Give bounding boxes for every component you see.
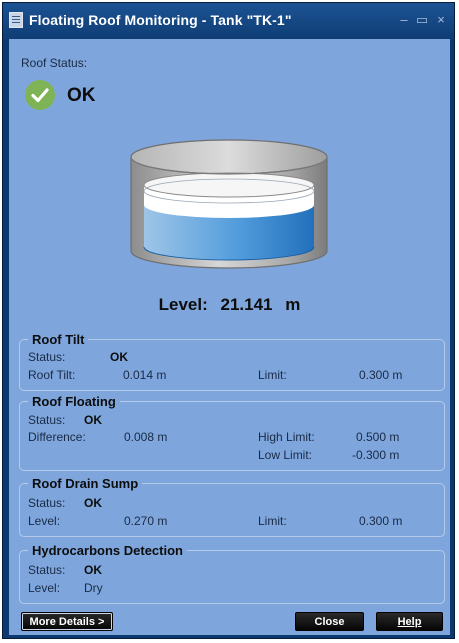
roof-status-label: Roof Status: xyxy=(21,56,88,70)
window-title: Floating Roof Monitoring - Tank "TK-1" xyxy=(29,12,292,28)
status-value: OK xyxy=(110,350,128,364)
group-title: Roof Floating xyxy=(28,394,120,409)
limit-value: 0.300 m xyxy=(359,514,403,528)
high-limit-value: 0.500 m xyxy=(356,430,400,444)
roof-status-value: OK xyxy=(67,85,96,106)
close-button[interactable]: Close xyxy=(295,612,364,631)
low-limit-value: -0.300 m xyxy=(352,448,400,462)
group-title: Roof Drain Sump xyxy=(28,476,143,491)
status-value: OK xyxy=(84,496,102,510)
difference-label: Difference: xyxy=(28,430,86,444)
level-label: Level: xyxy=(158,295,208,314)
floating-roof-window: Floating Roof Monitoring - Tank "TK-1" –… xyxy=(2,2,455,639)
maximize-icon[interactable]: ▭ xyxy=(414,11,430,29)
high-limit-label: High Limit: xyxy=(258,430,315,444)
roof-floating-group: Roof Floating Status: OK Difference: 0.0… xyxy=(19,394,445,471)
limit-label: Limit: xyxy=(258,514,287,528)
status-value: OK xyxy=(84,413,102,427)
title-bar[interactable]: Floating Roof Monitoring - Tank "TK-1" –… xyxy=(3,3,454,39)
limit-label: Limit: xyxy=(258,368,287,382)
dialog-content: Roof Status: OK Level: 21.141 m Roof Til… xyxy=(9,39,450,635)
level-unit: m xyxy=(285,295,301,314)
level-label: Level: xyxy=(28,514,61,528)
level-label: Level: xyxy=(28,581,61,595)
status-value: OK xyxy=(84,563,102,577)
roof-drain-sump-group: Roof Drain Sump Status: OK Level: 0.270 … xyxy=(19,476,445,537)
group-title: Roof Tilt xyxy=(28,332,89,347)
difference-value: 0.008 m xyxy=(124,430,168,444)
help-button[interactable]: Help xyxy=(376,612,443,631)
more-details-button[interactable]: More Details > xyxy=(21,612,113,631)
status-label: Status: xyxy=(28,563,66,577)
roof-tilt-group: Roof Tilt Status: OK Roof Tilt: 0.014 m … xyxy=(19,332,445,391)
level-value: Dry xyxy=(84,581,103,595)
roof-tilt-value: 0.014 m xyxy=(123,368,167,382)
hydrocarbons-detection-group: Hydrocarbons Detection Status: OK Level:… xyxy=(19,543,445,604)
status-label: Status: xyxy=(28,496,66,510)
status-label: Status: xyxy=(28,350,66,364)
minimize-icon[interactable]: – xyxy=(396,11,412,29)
limit-value: 0.300 m xyxy=(359,368,403,382)
check-circle-icon xyxy=(25,80,55,110)
status-label: Status: xyxy=(28,413,66,427)
level-value: 21.141 xyxy=(220,295,273,314)
roof-tilt-label: Roof Tilt: xyxy=(28,368,76,382)
tank-illustration xyxy=(130,139,328,269)
low-limit-label: Low Limit: xyxy=(258,448,313,462)
close-icon[interactable]: × xyxy=(433,11,449,29)
level-value: 0.270 m xyxy=(124,514,168,528)
document-icon xyxy=(9,12,23,28)
group-title: Hydrocarbons Detection xyxy=(28,543,187,558)
level-readout: Level: 21.141 m xyxy=(9,295,450,315)
